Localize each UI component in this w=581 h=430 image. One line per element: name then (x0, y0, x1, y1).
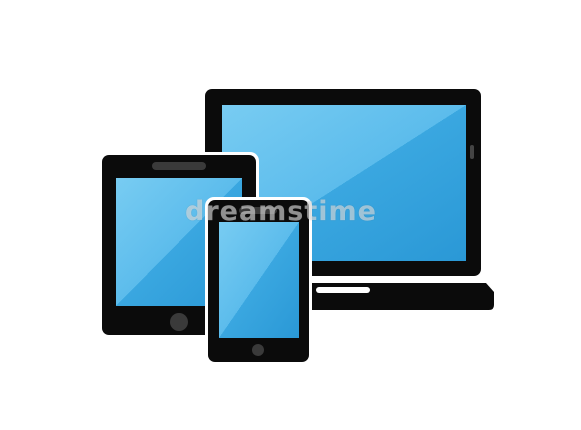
laptop-side-button (470, 145, 474, 159)
phone-home-button (252, 344, 264, 356)
phone-screen (219, 222, 299, 338)
laptop-trackpad-notch (316, 287, 370, 293)
watermark-text: dreamstime (185, 196, 377, 227)
tablet-home-button (170, 313, 188, 331)
tablet-speaker (152, 162, 206, 170)
devices-illustration: dreamstime (0, 0, 581, 430)
